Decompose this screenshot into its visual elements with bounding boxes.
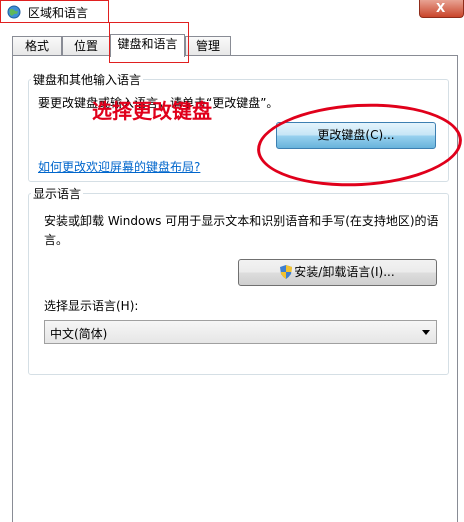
install-uninstall-languages-button[interactable]: 安装/卸载语言(I)... bbox=[238, 259, 437, 286]
display-language-description-line2: 言。 bbox=[44, 233, 69, 247]
close-button[interactable]: X bbox=[419, 0, 464, 18]
close-icon: X bbox=[436, 1, 446, 15]
tab-formats[interactable]: 格式 bbox=[12, 36, 62, 56]
install-uninstall-label: 安装/卸载语言(I)... bbox=[294, 265, 395, 279]
welcome-screen-keyboard-link[interactable]: 如何更改欢迎屏幕的键盘布局? bbox=[38, 158, 200, 175]
display-language-legend: 显示语言 bbox=[33, 187, 82, 201]
keyboards-legend: 键盘和其他输入语言 bbox=[33, 73, 142, 87]
tab-administrative[interactable]: 管理 bbox=[185, 36, 231, 56]
tab-keyboards-languages[interactable]: 键盘和语言 bbox=[110, 34, 185, 57]
annotation-text: 选择更改键盘 bbox=[92, 99, 212, 123]
choose-display-language-label: 选择显示语言(H): bbox=[44, 299, 139, 313]
title-bar: 区域和语言 X bbox=[0, 0, 464, 30]
globe-icon bbox=[7, 5, 21, 19]
display-language-select-value: 中文(简体) bbox=[50, 327, 108, 341]
tab-location[interactable]: 位置 bbox=[62, 36, 110, 56]
window-title: 区域和语言 bbox=[28, 6, 89, 20]
dropdown-arrow-icon bbox=[422, 330, 430, 335]
display-language-description-line1: 安装或卸载 Windows 可用于显示文本和识别语音和手写(在支持地区)的语 bbox=[44, 214, 439, 228]
display-language-select[interactable]: 中文(简体) bbox=[44, 320, 437, 344]
shield-icon bbox=[280, 265, 293, 279]
